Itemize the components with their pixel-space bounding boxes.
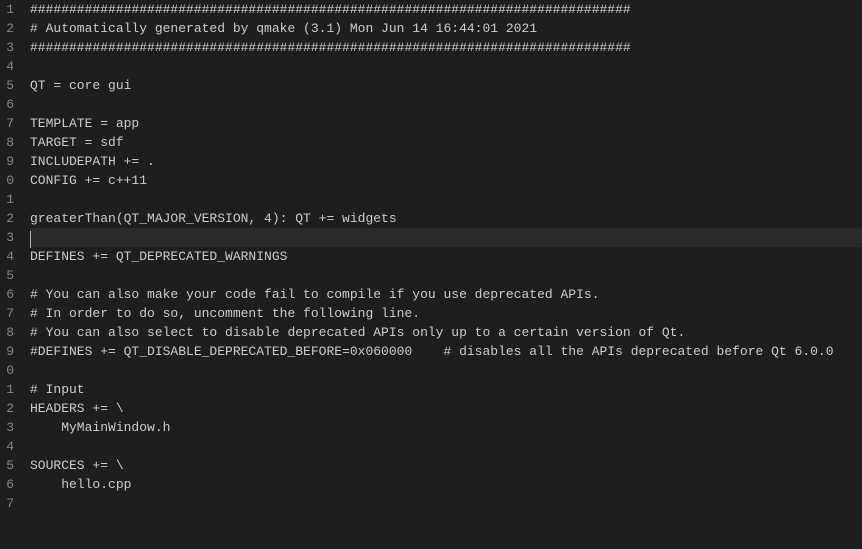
code-line: #DEFINES += QT_DISABLE_DEPRECATED_BEFORE…: [30, 342, 862, 361]
line-number: 3: [2, 418, 14, 437]
code-line: HEADERS += \: [30, 399, 862, 418]
code-line: [30, 95, 862, 114]
line-number: 7: [2, 114, 14, 133]
line-number: 3: [2, 38, 14, 57]
line-number: 6: [2, 95, 14, 114]
line-number: 2: [2, 209, 14, 228]
code-line: [30, 437, 862, 456]
line-number: 1: [2, 380, 14, 399]
code-line: [30, 494, 862, 513]
line-number: 6: [2, 475, 14, 494]
line-number: 2: [2, 399, 14, 418]
code-line: greaterThan(QT_MAJOR_VERSION, 4): QT += …: [30, 209, 862, 228]
line-number: 7: [2, 304, 14, 323]
code-line: [30, 266, 862, 285]
line-number: 4: [2, 437, 14, 456]
text-cursor: [30, 231, 31, 248]
code-content[interactable]: ########################################…: [20, 0, 862, 549]
line-number: 0: [2, 171, 14, 190]
line-number: 5: [2, 76, 14, 95]
line-number: 9: [2, 152, 14, 171]
line-number: 0: [2, 361, 14, 380]
line-number-gutter: 1 2 3 4 5 6 7 8 9 0 1 2 3 4 5 6 7 8 9 0 …: [0, 0, 20, 549]
code-line: QT = core gui: [30, 76, 862, 95]
line-number: 3: [2, 228, 14, 247]
line-number: 4: [2, 57, 14, 76]
code-line: # Input: [30, 380, 862, 399]
code-line: CONFIG += c++11: [30, 171, 862, 190]
code-line: TEMPLATE = app: [30, 114, 862, 133]
code-line: INCLUDEPATH += .: [30, 152, 862, 171]
code-line: ########################################…: [30, 0, 862, 19]
code-line: ########################################…: [30, 38, 862, 57]
line-number: 5: [2, 456, 14, 475]
line-number: 7: [2, 494, 14, 513]
code-line-current: [30, 228, 862, 247]
line-number: 5: [2, 266, 14, 285]
code-line: [30, 361, 862, 380]
line-number: 8: [2, 323, 14, 342]
code-line: [30, 57, 862, 76]
code-editor[interactable]: 1 2 3 4 5 6 7 8 9 0 1 2 3 4 5 6 7 8 9 0 …: [0, 0, 862, 549]
line-number: 4: [2, 247, 14, 266]
code-line: TARGET = sdf: [30, 133, 862, 152]
code-line: DEFINES += QT_DEPRECATED_WARNINGS: [30, 247, 862, 266]
code-line: [30, 190, 862, 209]
line-number: 1: [2, 0, 14, 19]
code-line: # You can also make your code fail to co…: [30, 285, 862, 304]
code-line: hello.cpp: [30, 475, 862, 494]
line-number: 1: [2, 190, 14, 209]
code-line: # You can also select to disable depreca…: [30, 323, 862, 342]
code-line: # Automatically generated by qmake (3.1)…: [30, 19, 862, 38]
line-number: 2: [2, 19, 14, 38]
code-line: # In order to do so, uncomment the follo…: [30, 304, 862, 323]
line-number: 6: [2, 285, 14, 304]
code-line: SOURCES += \: [30, 456, 862, 475]
line-number: 8: [2, 133, 14, 152]
code-line: MyMainWindow.h: [30, 418, 862, 437]
line-number: 9: [2, 342, 14, 361]
